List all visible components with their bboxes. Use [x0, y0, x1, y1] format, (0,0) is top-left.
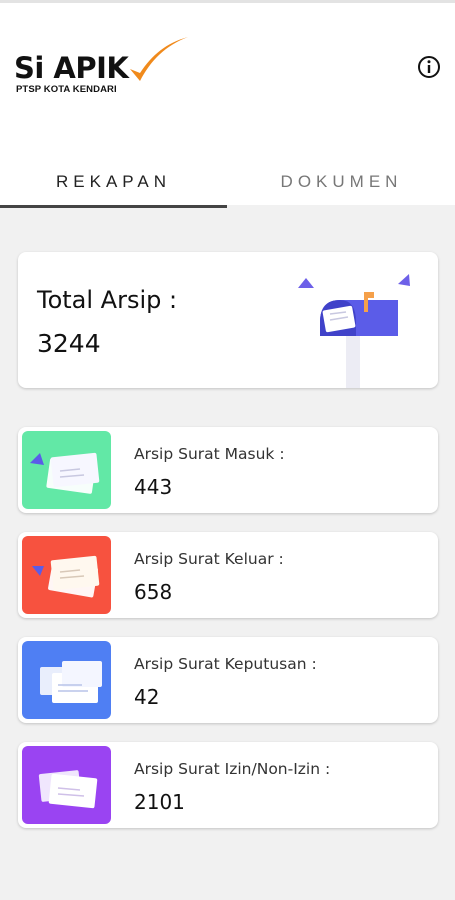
arsip-surat-izin-card[interactable]: Arsip Surat Izin/Non-Izin : 2101 — [18, 742, 438, 828]
envelopes-illustration-icon — [32, 555, 100, 598]
app-header: Si APIK PTSP KOTA KENDARI REKAPAN DOKUME… — [0, 3, 455, 208]
total-arsip-card[interactable]: Total Arsip : 3244 — [18, 252, 438, 388]
total-arsip-label: Total Arsip : — [37, 286, 178, 314]
envelopes-illustration-icon — [40, 661, 102, 703]
envelopes-illustration-icon — [38, 770, 98, 809]
envelopes-illustration-icon — [30, 452, 100, 494]
mailbox-illustration-icon — [298, 274, 410, 388]
surat-keputusan-value: 42 — [134, 685, 160, 709]
surat-keluar-label: Arsip Surat Keluar : — [134, 550, 284, 568]
surat-masuk-value: 443 — [134, 475, 173, 499]
surat-keluar-value: 658 — [134, 580, 173, 604]
surat-keputusan-thumbnail — [22, 641, 111, 719]
tab-dokumen[interactable]: DOKUMEN — [228, 163, 455, 208]
logo-subtitle: PTSP KOTA KENDARI — [16, 84, 117, 95]
info-button[interactable] — [417, 55, 441, 79]
app-logo: Si APIK PTSP KOTA KENDARI — [14, 35, 188, 99]
surat-izin-thumbnail — [22, 746, 111, 824]
active-tab-indicator — [0, 205, 227, 208]
surat-masuk-thumbnail — [22, 431, 111, 509]
arsip-surat-keluar-card[interactable]: Arsip Surat Keluar : 658 — [18, 532, 438, 618]
surat-izin-value: 2101 — [134, 790, 185, 814]
logo-title: Si APIK — [14, 51, 129, 85]
info-circle-icon — [418, 56, 440, 78]
tab-bar: REKAPAN DOKUMEN — [0, 163, 455, 208]
arsip-surat-masuk-card[interactable]: Arsip Surat Masuk : 443 — [18, 427, 438, 513]
tab-rekapan[interactable]: REKAPAN — [0, 163, 227, 208]
surat-masuk-label: Arsip Surat Masuk : — [134, 445, 285, 463]
surat-keluar-thumbnail — [22, 536, 111, 614]
total-arsip-value: 3244 — [37, 329, 101, 358]
surat-izin-label: Arsip Surat Izin/Non-Izin : — [134, 760, 331, 778]
arsip-surat-keputusan-card[interactable]: Arsip Surat Keputusan : 42 — [18, 637, 438, 723]
surat-keputusan-label: Arsip Surat Keputusan : — [134, 655, 317, 673]
